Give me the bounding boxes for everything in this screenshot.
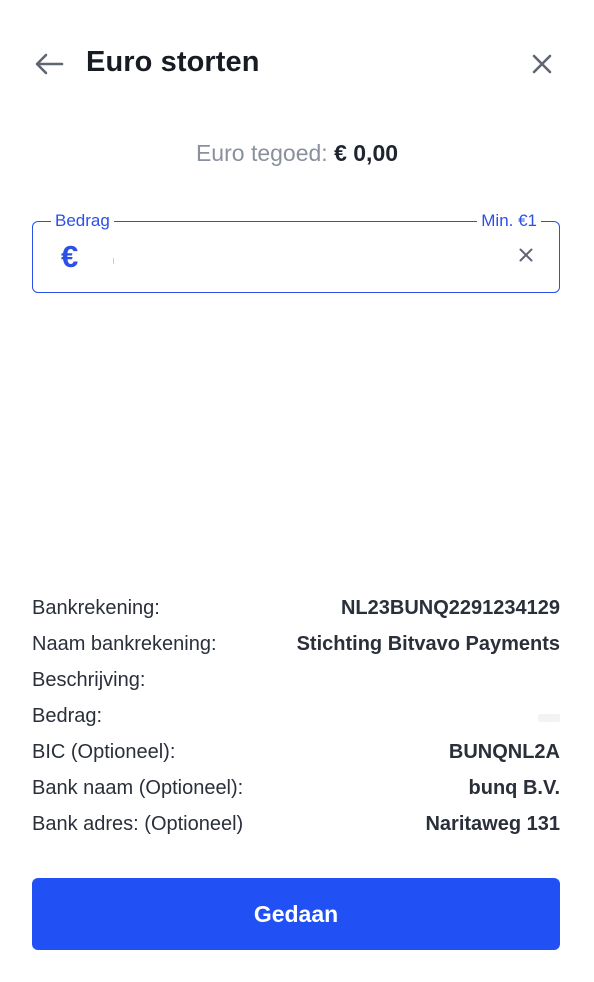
detail-value-redacted <box>538 705 560 728</box>
detail-value: Stichting Bitvavo Payments <box>296 632 560 655</box>
detail-row-bank-account: Bankrekening: NL23BUNQ2291234129 <box>32 590 560 626</box>
arrow-left-icon <box>34 53 64 80</box>
balance-label: Euro tegoed: <box>195 140 328 166</box>
clear-icon <box>519 248 533 267</box>
detail-row-description: Beschrijving: <box>32 662 560 698</box>
header: Euro storten <box>0 0 594 130</box>
bank-details: Bankrekening: NL23BUNQ2291234129 Naam ba… <box>32 590 560 842</box>
detail-label: Bedrag: <box>32 704 103 727</box>
detail-label: Bankrekening: <box>32 596 160 619</box>
detail-label: Naam bankrekening: <box>32 632 217 655</box>
back-button[interactable] <box>30 48 68 84</box>
detail-value: bunq B.V. <box>468 776 560 799</box>
detail-row-bic: BIC (Optioneel): BUNQNL2A <box>32 734 560 770</box>
detail-value: Naritaweg 131 <box>425 812 560 835</box>
amount-label: Bedrag <box>51 210 114 232</box>
amount-minimum-label: Min. €1 <box>477 210 541 232</box>
detail-label: Bank adres: (Optioneel) <box>32 812 244 835</box>
detail-row-account-name: Naam bankrekening: Stichting Bitvavo Pay… <box>32 626 560 662</box>
amount-field[interactable]: Bedrag Min. €1 € <box>32 210 560 293</box>
amount-input[interactable] <box>111 240 491 274</box>
detail-value: BUNQNL2A <box>448 740 560 763</box>
detail-value: NL23BUNQ2291234129 <box>340 596 560 619</box>
detail-row-bank-address: Bank adres: (Optioneel) Naritaweg 131 <box>32 806 560 842</box>
euro-icon: € <box>61 239 79 274</box>
detail-label: Bank naam (Optioneel): <box>32 776 244 799</box>
detail-row-amount: Bedrag: <box>32 698 560 734</box>
done-button[interactable]: Gedaan <box>32 878 560 950</box>
close-button[interactable] <box>524 48 560 84</box>
balance-summary: Euro tegoed: € 0,00 <box>0 140 594 167</box>
clear-amount-button[interactable] <box>515 246 537 268</box>
page-title: Euro storten <box>86 46 260 78</box>
detail-label: Beschrijving: <box>32 668 146 691</box>
input-caret <box>113 258 114 264</box>
close-icon <box>531 53 553 80</box>
detail-label: BIC (Optioneel): <box>32 740 176 763</box>
detail-row-bank-name: Bank naam (Optioneel): bunq B.V. <box>32 770 560 806</box>
balance-value: € 0,00 <box>334 140 399 166</box>
